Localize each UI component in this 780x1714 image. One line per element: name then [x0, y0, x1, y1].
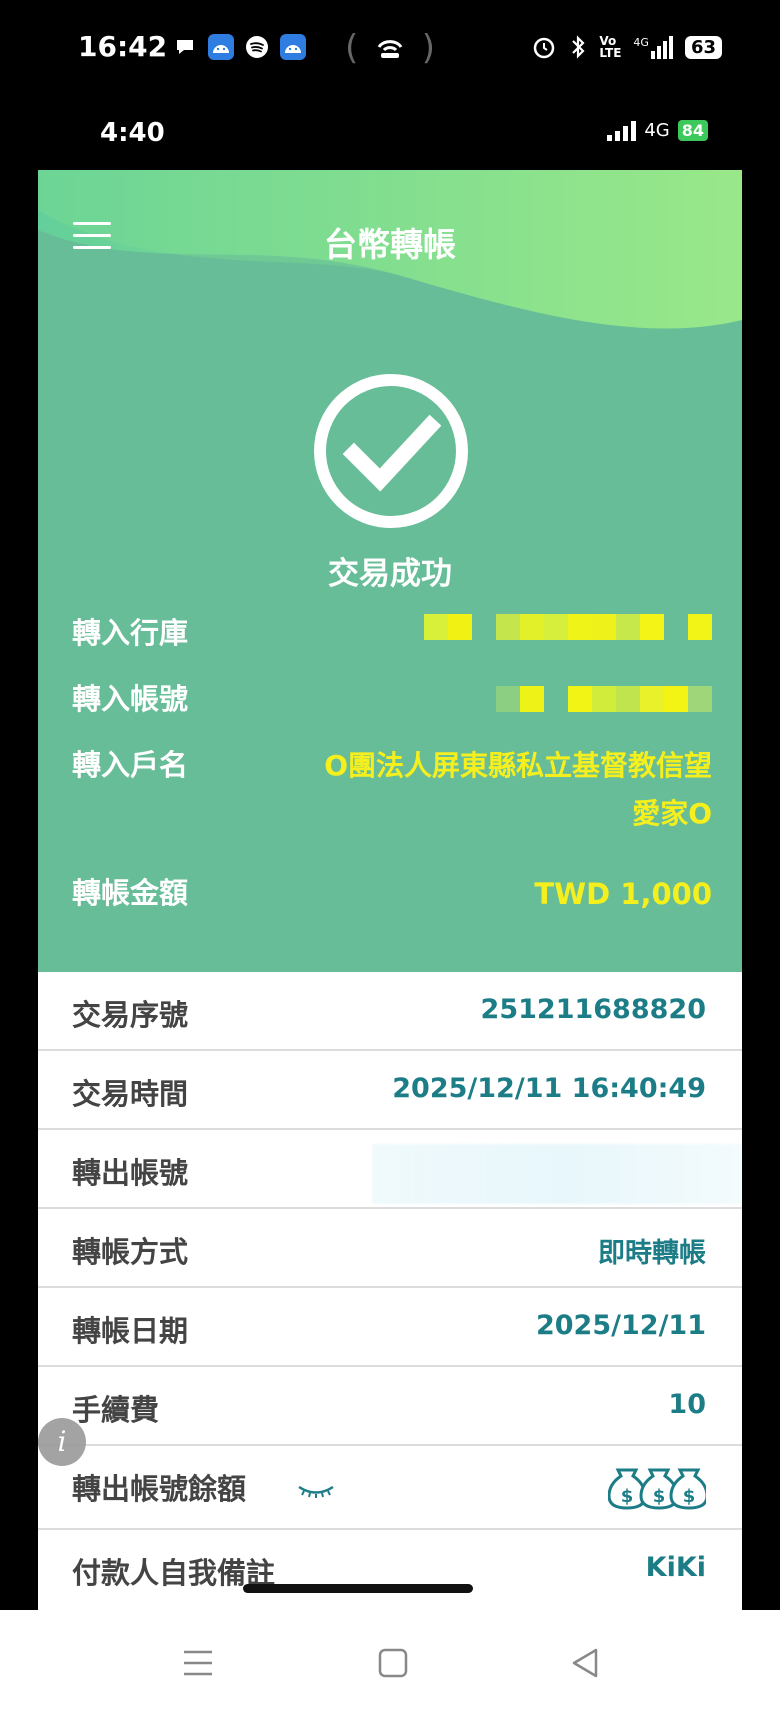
- hotspot-icon: [377, 40, 403, 58]
- receiving-name-line1: O團法人屏東縣私立基督教信望: [324, 749, 712, 782]
- detail-label: 轉帳方式: [72, 1235, 189, 1269]
- svg-text:$: $: [621, 1486, 634, 1507]
- money-bags-icon[interactable]: $ $ $: [608, 1460, 706, 1512]
- detail-label: 交易時間: [72, 1077, 189, 1111]
- back-triangle-icon: [572, 1648, 598, 1678]
- inner-battery-level: 84: [677, 120, 708, 141]
- receiving-name-label: 轉入戶名: [72, 748, 189, 782]
- transfer-amount-value: TWD 1,000: [534, 877, 712, 911]
- transfer-amount-row: 轉帳金額 TWD 1,000: [72, 870, 712, 920]
- transfer-summary-panel: 台幣轉帳 交易成功 轉入行庫 轉入帳號 轉入戶名 O團法人屏東縣私立基督教信望 …: [38, 170, 742, 972]
- android-icon: [280, 34, 306, 60]
- receiving-name-line2: 愛家O: [632, 797, 712, 830]
- detail-label: 交易序號: [72, 998, 189, 1032]
- inner-status-bar: 4:40 4G 84: [38, 100, 742, 170]
- bluetooth-icon: [572, 35, 585, 59]
- redacted-bank-value: [424, 614, 712, 642]
- info-icon[interactable]: i: [38, 1418, 86, 1466]
- outer-status-bar: 16:42 ( ) Vo LTE 4G 63: [0, 0, 780, 100]
- inner-network-type: 4G: [644, 120, 670, 141]
- spotify-icon: [244, 34, 270, 60]
- detail-row: 轉帳日期 2025/12/11: [38, 1288, 742, 1367]
- transfer-result-screen: 台幣轉帳 交易成功 轉入行庫 轉入帳號 轉入戶名 O團法人屏東縣私立基督教信望 …: [38, 170, 742, 1610]
- receiving-name-row: 轉入戶名 O團法人屏東縣私立基督教信望 愛家O: [72, 742, 712, 852]
- menu-lines-icon: [184, 1650, 212, 1676]
- chat-bubble-icon: [172, 34, 198, 60]
- home-indicator[interactable]: [243, 1584, 473, 1593]
- home-button[interactable]: [376, 1646, 416, 1680]
- svg-text:$: $: [683, 1486, 696, 1507]
- alarm-icon: [534, 37, 555, 59]
- transfer-amount-label: 轉帳金額: [72, 876, 189, 910]
- receiving-account-label: 轉入帳號: [72, 682, 189, 716]
- detail-label: 轉出帳號餘額: [72, 1472, 247, 1506]
- volte-icon: Vo LTE: [599, 34, 622, 60]
- signal-bars-icon: [607, 120, 637, 141]
- receiving-bank-label: 轉入行庫: [72, 616, 189, 650]
- transaction-time-value: 2025/12/11 16:40:49: [392, 1073, 706, 1104]
- svg-text:$: $: [653, 1486, 666, 1507]
- page-title: 台幣轉帳: [324, 225, 456, 264]
- receiving-bank-row: 轉入行庫: [72, 610, 712, 660]
- detail-row: 付款人自我備註 KiKi: [38, 1530, 742, 1609]
- detail-row: 交易序號 251211688820: [38, 972, 742, 1051]
- header-wave-decoration: [38, 170, 742, 390]
- detail-label: 轉帳日期: [72, 1314, 189, 1348]
- check-circle-icon: [314, 374, 468, 528]
- detail-label: 手續費: [72, 1393, 160, 1427]
- fee-value: 10: [668, 1389, 706, 1420]
- redacted-account-value: [496, 686, 712, 714]
- detail-row: 手續費 10: [38, 1367, 742, 1446]
- receiving-account-row: 轉入帳號: [72, 676, 712, 726]
- detail-row: 轉帳方式 即時轉帳: [38, 1209, 742, 1288]
- battery-level: 63: [684, 35, 722, 59]
- inner-system-icons: 4G 84: [607, 120, 708, 141]
- app-screenshot: 4:40 4G 84 台幣轉帳 交易成功 轉入行庫 轉入帳號 轉入戶名 O團法人…: [38, 100, 742, 1610]
- transaction-status: 交易成功: [328, 556, 452, 592]
- outer-clock: 16:42: [78, 30, 168, 63]
- transaction-serial-value: 251211688820: [480, 994, 706, 1025]
- transaction-details-list: 交易序號 251211688820 交易時間 2025/12/11 16:40:…: [38, 972, 742, 1609]
- detail-label: 轉出帳號: [72, 1156, 189, 1190]
- square-home-icon: [378, 1648, 408, 1678]
- inner-clock: 4:40: [100, 118, 165, 148]
- redacted-source-account: [372, 1144, 742, 1204]
- hotspot-indicator: ( ): [345, 28, 435, 68]
- notification-icons: [172, 34, 306, 60]
- outer-system-icons: Vo LTE 4G 63: [531, 34, 722, 60]
- detail-row: 交易時間 2025/12/11 16:40:49: [38, 1051, 742, 1130]
- android-icon: [208, 34, 234, 60]
- transfer-method-value: 即時轉帳: [598, 1238, 706, 1269]
- signal-icon: 4G: [633, 35, 673, 59]
- transfer-date-value: 2025/12/11: [535, 1310, 706, 1341]
- eye-closed-icon[interactable]: [296, 1482, 336, 1500]
- system-navigation-bar: [0, 1610, 780, 1714]
- recent-apps-button[interactable]: [180, 1646, 220, 1680]
- payer-note-value: KiKi: [645, 1552, 706, 1583]
- back-button[interactable]: [568, 1646, 608, 1680]
- detail-row: 轉出帳號餘額 $ $ $: [38, 1446, 742, 1530]
- receiving-name-value: O團法人屏東縣私立基督教信望 愛家O: [324, 742, 712, 838]
- detail-row: 轉出帳號: [38, 1130, 742, 1209]
- network-type: 4G: [633, 35, 649, 49]
